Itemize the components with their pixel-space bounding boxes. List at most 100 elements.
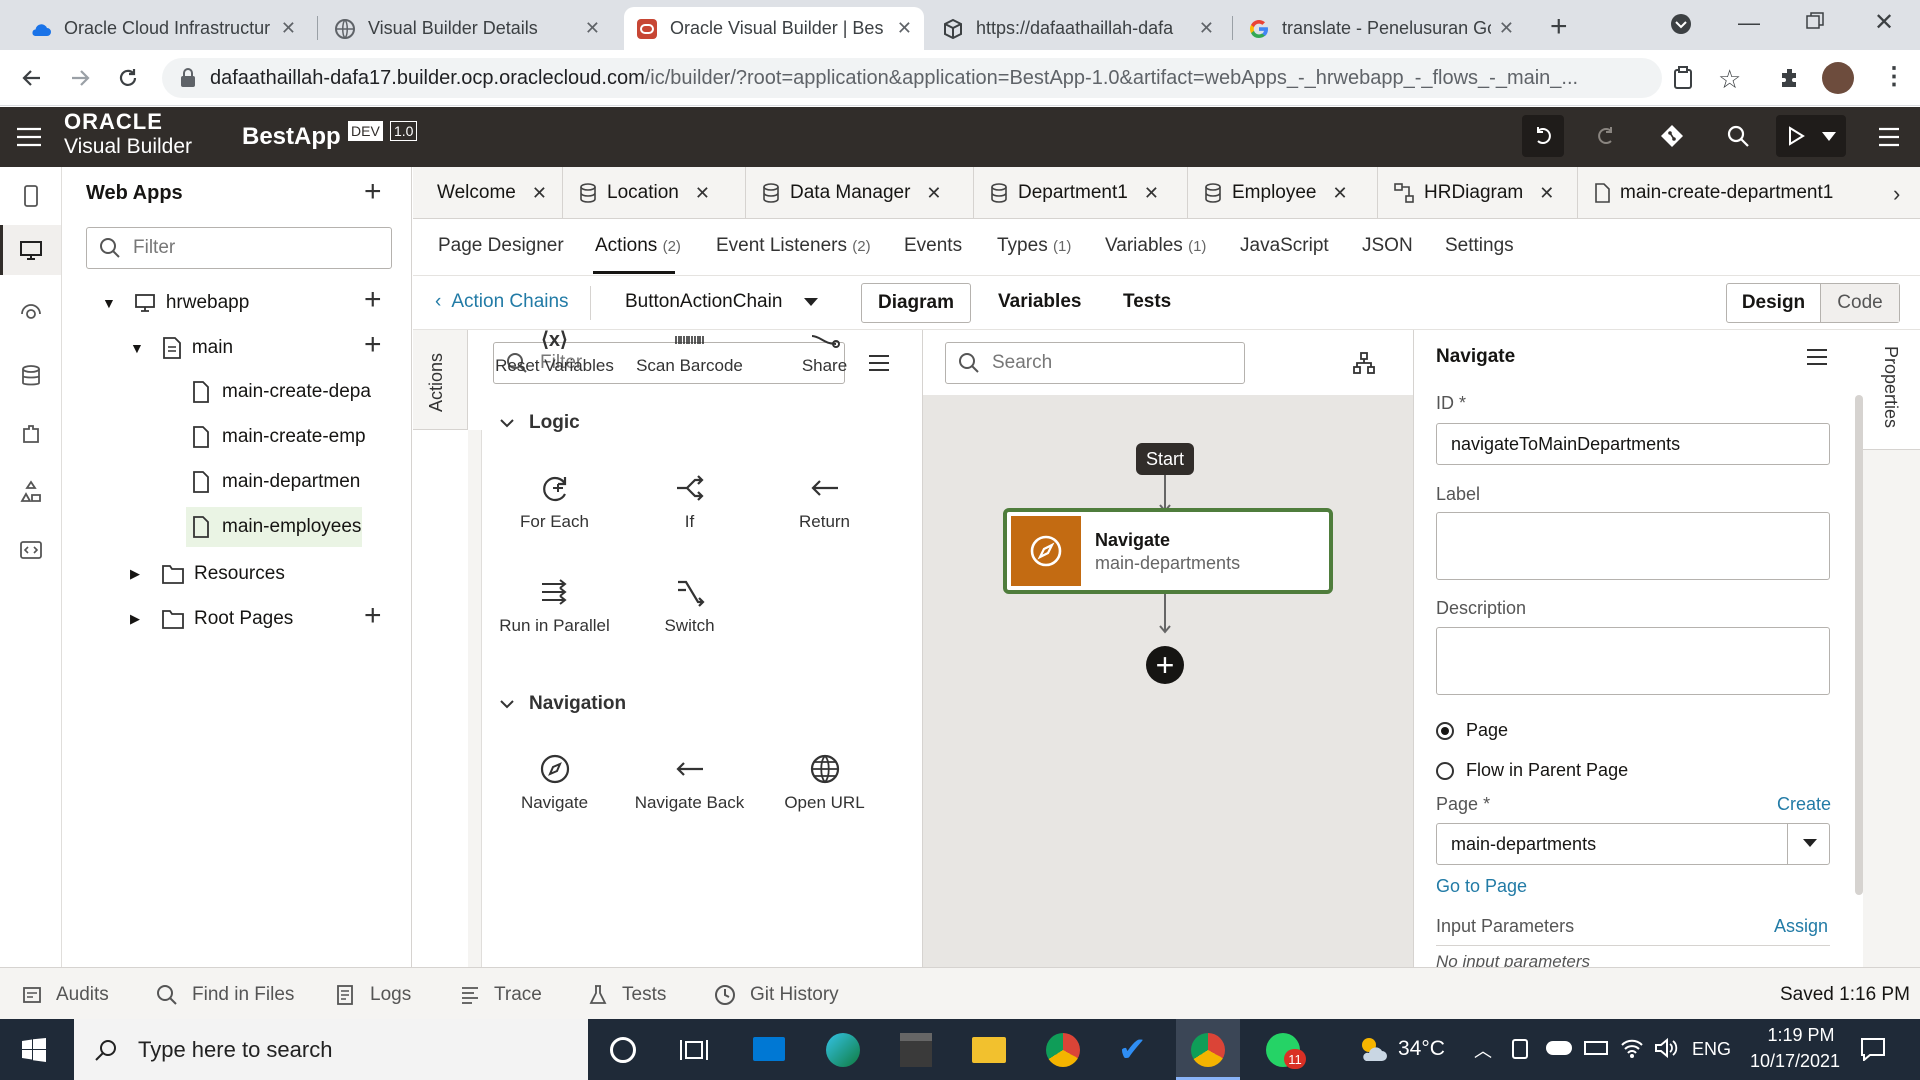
- palette-item-navigate-back[interactable]: Navigate Back: [622, 751, 757, 813]
- close-icon[interactable]: ✕: [1199, 18, 1214, 39]
- design-button[interactable]: Design: [1727, 284, 1821, 322]
- tab-json[interactable]: JSON: [1362, 235, 1413, 257]
- avatar[interactable]: [1822, 62, 1854, 94]
- actions-side-tab[interactable]: Actions: [413, 330, 468, 430]
- taskbar-search-input[interactable]: Type here to search: [74, 1019, 588, 1080]
- tab-search-icon[interactable]: [1670, 13, 1692, 35]
- audits-button[interactable]: Audits: [22, 984, 109, 1006]
- tab-event-listeners[interactable]: Event Listeners (2): [716, 235, 871, 257]
- git-icon[interactable]: [1660, 124, 1684, 148]
- code-button[interactable]: Code: [1821, 284, 1899, 322]
- find-in-files-button[interactable]: Find in Files: [156, 984, 294, 1006]
- navigation-section-header[interactable]: Navigation: [499, 693, 626, 715]
- close-icon[interactable]: ✕: [585, 18, 600, 39]
- reload-icon[interactable]: [116, 66, 140, 90]
- services-icon[interactable]: [18, 301, 44, 327]
- git-history-button[interactable]: Git History: [714, 984, 839, 1006]
- clock-time[interactable]: 1:19 PM: [1756, 1025, 1846, 1046]
- business-objects-icon[interactable]: [18, 363, 44, 389]
- add-flow-button[interactable]: +: [364, 285, 382, 315]
- weather-icon[interactable]: [1358, 1035, 1388, 1063]
- radio-page[interactable]: Page: [1436, 720, 1508, 741]
- canvas-search-input[interactable]: Search: [945, 342, 1245, 384]
- tab-department1[interactable]: Department1 ✕: [974, 167, 1188, 219]
- clock-date[interactable]: 10/17/2021: [1740, 1051, 1850, 1072]
- run-button[interactable]: [1776, 115, 1846, 157]
- tab-page-designer[interactable]: Page Designer: [438, 235, 564, 257]
- navigator-filter-input[interactable]: Filter: [86, 227, 392, 269]
- url-field[interactable]: dafaathaillah-dafa17.builder.ocp.oraclec…: [162, 58, 1662, 98]
- close-icon[interactable]: ✕: [532, 183, 547, 204]
- tab-welcome[interactable]: Welcome ✕: [413, 167, 563, 219]
- task-view-icon[interactable]: [680, 1037, 708, 1063]
- properties-menu-icon[interactable]: [1806, 348, 1828, 366]
- add-page-button[interactable]: +: [364, 330, 382, 360]
- tree-item-page[interactable]: main-departmen: [192, 467, 392, 497]
- web-apps-icon[interactable]: [18, 237, 44, 263]
- tab-main-create-department1[interactable]: main-create-department1: [1578, 167, 1872, 219]
- chevron-right-icon[interactable]: ›: [1893, 181, 1900, 207]
- tree-item-page[interactable]: main-create-depa: [192, 377, 392, 407]
- language-indicator[interactable]: ENG: [1692, 1039, 1731, 1060]
- palette-item-return[interactable]: Return: [757, 470, 892, 532]
- taskbar-active-app[interactable]: [1176, 1019, 1240, 1080]
- tests-button[interactable]: Tests: [1123, 291, 1171, 313]
- wifi-icon[interactable]: [1620, 1037, 1644, 1059]
- close-icon[interactable]: ✕: [1333, 183, 1348, 204]
- tree-item-root-pages[interactable]: ▶ Root Pages: [130, 604, 293, 634]
- tab-actions[interactable]: Actions (2): [595, 235, 681, 257]
- window-close-icon[interactable]: ✕: [1874, 8, 1894, 37]
- palette-item-run-in-parallel[interactable]: Run in Parallel: [487, 574, 622, 636]
- tab-hrdiagram[interactable]: HRDiagram ✕: [1378, 167, 1578, 219]
- assign-link[interactable]: Assign: [1774, 916, 1828, 937]
- id-field[interactable]: navigateToMainDepartments: [1436, 423, 1830, 465]
- tab-location[interactable]: Location ✕: [563, 167, 746, 219]
- redo-icon[interactable]: [1596, 126, 1616, 146]
- description-field[interactable]: [1436, 627, 1830, 695]
- extensions-icon[interactable]: [1778, 66, 1802, 90]
- close-icon[interactable]: ✕: [1539, 183, 1554, 204]
- tree-item-resources[interactable]: ▶ Resources: [130, 559, 285, 589]
- volume-icon[interactable]: [1654, 1037, 1678, 1059]
- logs-button[interactable]: Logs: [336, 984, 411, 1006]
- clipboard-icon[interactable]: [1673, 66, 1693, 90]
- page-select[interactable]: main-departments: [1436, 823, 1830, 865]
- new-tab-button[interactable]: +: [1550, 10, 1568, 44]
- trace-button[interactable]: Trace: [460, 984, 542, 1006]
- whatsapp-icon[interactable]: 11: [1266, 1033, 1306, 1069]
- scrollbar[interactable]: [1855, 395, 1863, 895]
- edge-icon[interactable]: [826, 1033, 860, 1067]
- close-icon[interactable]: ✕: [281, 18, 296, 39]
- bookmark-star-icon[interactable]: ☆: [1718, 64, 1741, 95]
- tree-item-page-selected[interactable]: main-employees: [186, 507, 362, 547]
- palette-item-if[interactable]: If: [622, 470, 757, 532]
- logic-section-header[interactable]: Logic: [499, 412, 580, 434]
- store-icon[interactable]: [900, 1033, 932, 1067]
- browser-tab-active[interactable]: Oracle Visual Builder | Bes ✕: [624, 7, 924, 50]
- tab-variables[interactable]: Variables (1): [1105, 235, 1206, 257]
- menu-icon[interactable]: [1878, 127, 1900, 147]
- back-icon[interactable]: [20, 66, 44, 90]
- tab-employee[interactable]: Employee ✕: [1188, 167, 1378, 219]
- palette-item-share[interactable]: Share: [757, 330, 892, 376]
- tab-javascript[interactable]: JavaScript: [1240, 235, 1329, 257]
- device-icon[interactable]: [1512, 1039, 1528, 1059]
- file-explorer-icon[interactable]: [972, 1037, 1006, 1063]
- tab-settings[interactable]: Settings: [1445, 235, 1514, 257]
- menu-kebab-icon[interactable]: ⋮: [1882, 62, 1906, 91]
- mail-icon[interactable]: [753, 1037, 785, 1061]
- close-icon[interactable]: ✕: [1144, 183, 1159, 204]
- diagram-canvas[interactable]: Search Start Navigate main-departments +: [923, 330, 1413, 967]
- todo-icon[interactable]: ✔: [1118, 1033, 1147, 1067]
- palette-item-reset-variables[interactable]: ⟨x⟩ Reset Variables: [487, 330, 622, 376]
- browser-tab[interactable]: https://dafaathaillah-dafa ✕: [930, 7, 1226, 50]
- navigate-action-node[interactable]: Navigate main-departments: [1003, 508, 1333, 594]
- palette-item-scan-barcode[interactable]: Scan Barcode: [622, 330, 757, 376]
- undo-button[interactable]: [1522, 115, 1564, 157]
- close-icon[interactable]: ✕: [695, 183, 710, 204]
- tree-item-hrwebapp[interactable]: ▼ hrwebapp: [102, 288, 249, 318]
- hamburger-icon[interactable]: [16, 127, 42, 147]
- caret-right-icon[interactable]: ▶: [130, 611, 140, 627]
- radio-flow-in-parent-page[interactable]: Flow in Parent Page: [1436, 760, 1628, 781]
- browser-tab[interactable]: translate - Penelusuran Go ✕: [1236, 7, 1526, 50]
